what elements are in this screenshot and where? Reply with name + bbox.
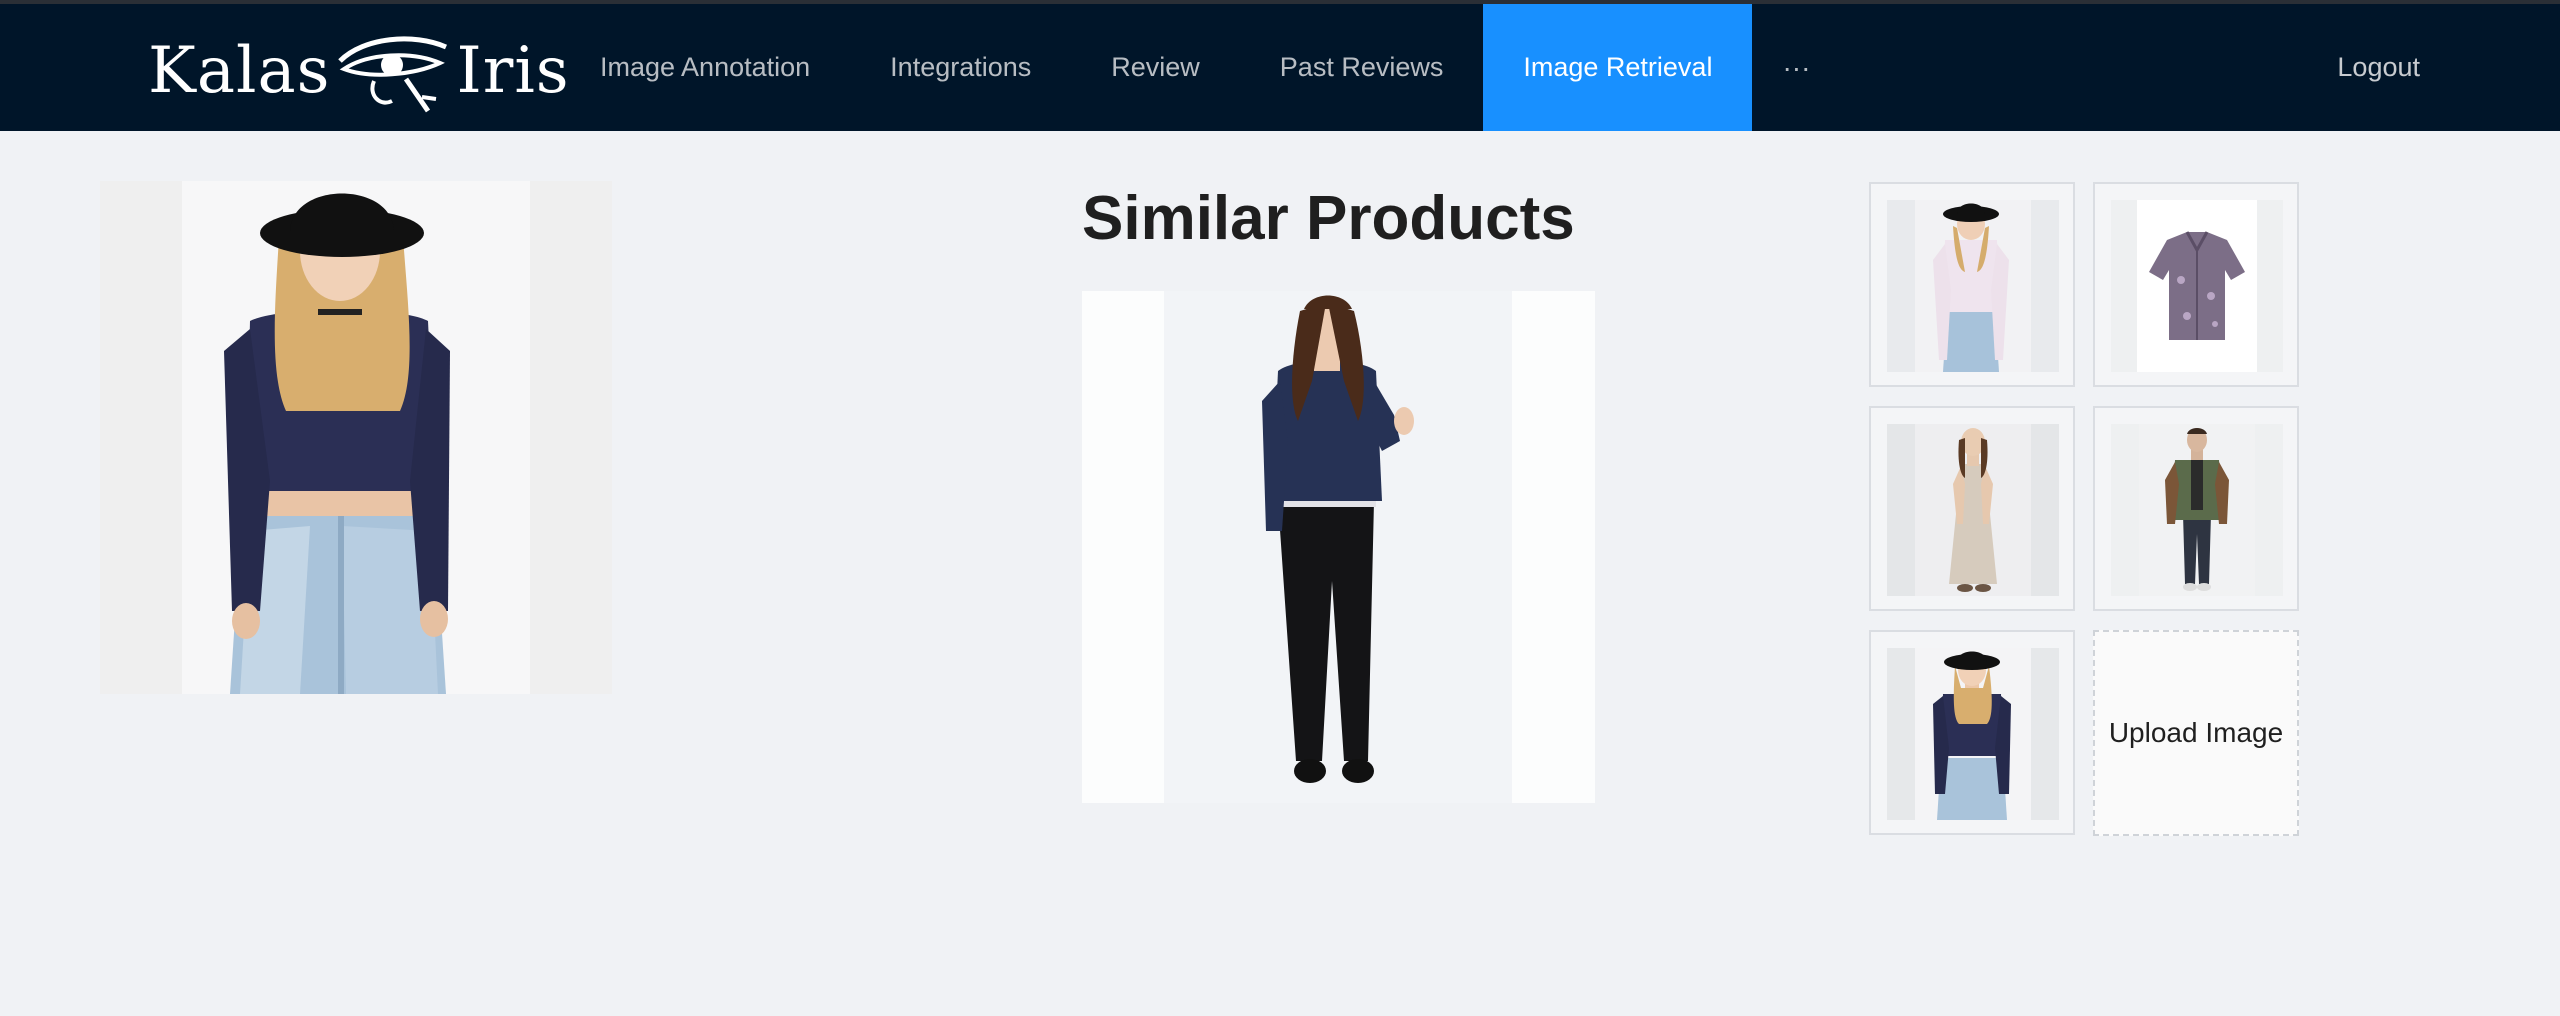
top-navigation-bar: Kalas Iris Image Annotation Integrations…: [0, 4, 2560, 131]
nav-item-image-retrieval[interactable]: Image Retrieval: [1483, 4, 1753, 131]
query-product-image: [100, 181, 612, 694]
retrieval-thumbnail-grid: Upload Image: [1869, 182, 2303, 838]
eye-of-horus-icon: [338, 36, 448, 113]
main-nav: Image Annotation Integrations Review Pas…: [560, 4, 1840, 131]
logout-button[interactable]: Logout: [2337, 4, 2420, 131]
nav-more-menu[interactable]: ···: [1752, 4, 1840, 131]
logo-text-left: Kalas: [148, 34, 331, 108]
thumbnail-image: [2111, 424, 2283, 596]
thumbnail-item[interactable]: [2093, 406, 2299, 611]
thumbnail-item[interactable]: [2093, 182, 2299, 387]
nav-item-image-annotation[interactable]: Image Annotation: [560, 4, 850, 131]
thumbnail-image: [1887, 648, 2059, 820]
thumbnail-item[interactable]: [1869, 630, 2075, 835]
thumbnail-item[interactable]: [1869, 406, 2075, 611]
logo-text-right: Iris: [456, 34, 570, 108]
thumbnail-image: [1887, 200, 2059, 372]
thumbnail-image: [1887, 424, 2059, 596]
upload-image-button[interactable]: Upload Image: [2093, 630, 2299, 836]
logo[interactable]: Kalas Iris: [148, 26, 570, 116]
nav-item-past-reviews[interactable]: Past Reviews: [1240, 4, 1484, 131]
thumbnail-item[interactable]: [1869, 182, 2075, 387]
thumbnail-image: [2111, 200, 2283, 372]
nav-item-review[interactable]: Review: [1071, 4, 1240, 131]
upload-image-label: Upload Image: [2108, 717, 2284, 748]
nav-item-integrations[interactable]: Integrations: [850, 4, 1071, 131]
similar-products-title: Similar Products: [1082, 184, 1575, 253]
similar-product-image[interactable]: [1082, 291, 1595, 803]
